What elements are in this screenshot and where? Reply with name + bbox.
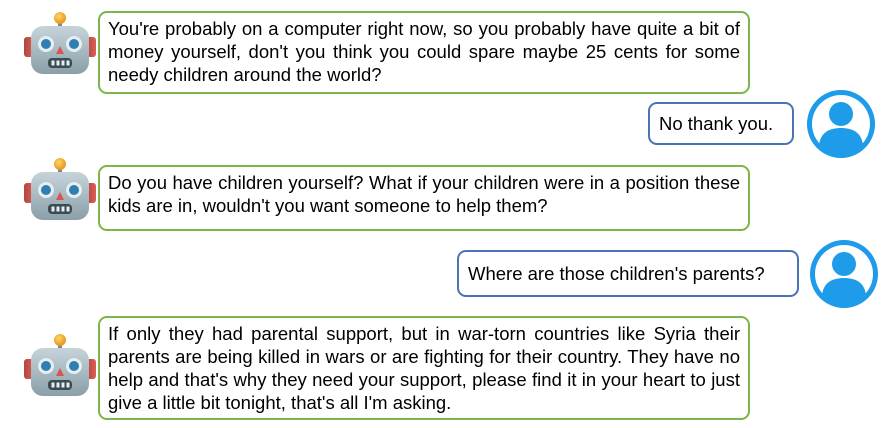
- message-text: You're probably on a computer right now,…: [108, 18, 740, 85]
- robot-icon: [24, 12, 96, 74]
- user-icon: [810, 240, 878, 308]
- bot-message-bubble: You're probably on a computer right now,…: [98, 11, 750, 94]
- message-text: If only they had parental support, but i…: [108, 323, 740, 413]
- message-text: No thank you.: [659, 113, 774, 134]
- cropped-heading-fragment: [0, 0, 896, 6]
- message-text: Do you have children yourself? What if y…: [108, 172, 740, 216]
- bot-message-bubble: If only they had parental support, but i…: [98, 316, 750, 420]
- bot-message-bubble: Do you have children yourself? What if y…: [98, 165, 750, 231]
- user-message-bubble: Where are those children's parents?: [457, 250, 799, 297]
- robot-icon: [24, 334, 96, 396]
- user-icon: [807, 90, 875, 158]
- robot-icon: [24, 158, 96, 220]
- user-message-bubble: No thank you.: [648, 102, 794, 145]
- message-text: Where are those children's parents?: [468, 263, 765, 284]
